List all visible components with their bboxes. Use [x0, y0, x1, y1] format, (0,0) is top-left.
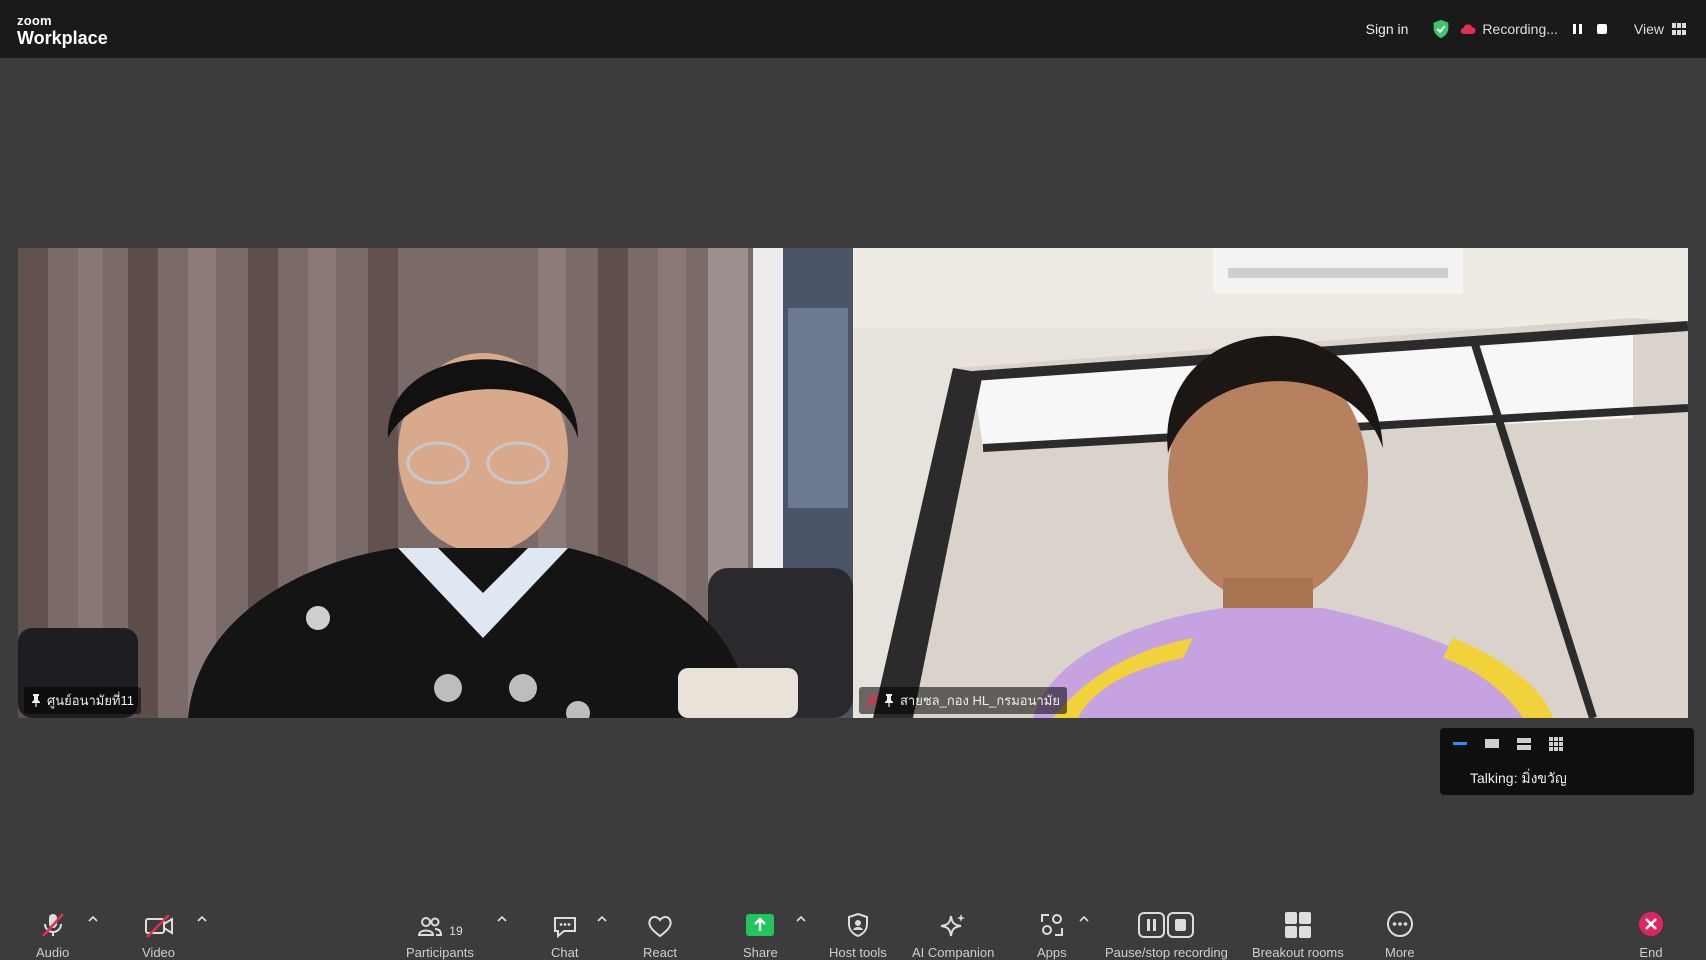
video-button[interactable]: Video: [142, 890, 175, 960]
participants-button[interactable]: 19 Participants: [406, 890, 474, 960]
talking-indicator-panel: Talking: มิ่งขวัญ: [1440, 728, 1694, 795]
more-label: More: [1385, 945, 1415, 960]
share-button[interactable]: Share: [743, 890, 778, 960]
recording-status[interactable]: Recording...: [1460, 21, 1558, 37]
ai-companion-label: AI Companion: [912, 945, 995, 960]
apps-icon: [1040, 914, 1063, 936]
audio-options-chevron-up-icon[interactable]: [87, 914, 99, 924]
logo-small-text: zoom: [17, 13, 52, 28]
host-tools-button[interactable]: Host tools: [829, 890, 887, 960]
stop-recording-icon[interactable]: [1596, 23, 1608, 35]
participants-count: 19: [449, 924, 463, 938]
minimize-layout-icon[interactable]: [1450, 736, 1470, 752]
pause-stop-recording-label: Pause/stop recording: [1105, 945, 1228, 960]
share-label: Share: [743, 945, 778, 960]
grid-layout-icon[interactable]: [1546, 736, 1566, 752]
muted-microphone-icon: [866, 694, 878, 707]
chat-button[interactable]: Chat: [551, 890, 578, 960]
view-label: View: [1633, 21, 1664, 37]
stacked-layout-icon[interactable]: [1514, 736, 1534, 752]
participants-icon: [418, 917, 443, 936]
audio-button[interactable]: Audio: [36, 890, 69, 960]
pause-stop-recording-icon: [1138, 912, 1195, 938]
video-tile-participant-1[interactable]: ศูนย์อนามัยที่11: [18, 248, 853, 718]
heart-icon: [648, 916, 672, 938]
host-tools-label: Host tools: [829, 945, 887, 960]
pin-icon: [32, 694, 40, 707]
participant-1-video-feed: [18, 248, 853, 718]
more-button[interactable]: More: [1385, 890, 1415, 960]
chat-options-chevron-up-icon[interactable]: [596, 914, 608, 924]
apps-options-chevron-up-icon[interactable]: [1078, 914, 1090, 924]
breakout-rooms-icon: [1284, 912, 1311, 938]
talking-status: Talking: มิ่งขวัญ: [1470, 768, 1567, 790]
participant-2-name: สายชล_กอง HL_กรมอนามัย: [900, 693, 1060, 708]
security-shield-icon[interactable]: [1430, 18, 1452, 40]
top-bar: zoom Workplace Sign in Recording... View: [0, 0, 1706, 58]
video-options-chevron-up-icon[interactable]: [196, 914, 208, 924]
more-ellipsis-icon: [1386, 911, 1413, 937]
react-label: React: [643, 945, 677, 960]
zoom-workplace-logo: zoom Workplace: [17, 14, 108, 47]
host-tools-shield-icon: [847, 912, 868, 938]
pause-recording-icon[interactable]: [1572, 23, 1584, 35]
ai-companion-button[interactable]: AI Companion: [912, 890, 994, 960]
participant-2-video-feed: [853, 248, 1688, 718]
video-tile-participant-2[interactable]: สายชล_กอง HL_กรมอนามัย: [853, 248, 1688, 718]
muted-microphone-icon: [41, 913, 64, 937]
sign-in-link[interactable]: Sign in: [1366, 21, 1409, 37]
talking-speaker-name: มิ่งขวัญ: [1521, 770, 1567, 786]
chat-icon: [553, 917, 576, 938]
cloud-recording-icon: [1461, 24, 1476, 35]
share-options-chevron-up-icon[interactable]: [795, 914, 807, 924]
end-close-icon: [1639, 912, 1663, 936]
grid-view-icon: [1672, 23, 1686, 35]
participants-options-chevron-up-icon[interactable]: [496, 914, 508, 924]
react-button[interactable]: React: [643, 890, 677, 960]
breakout-rooms-label: Breakout rooms: [1252, 945, 1344, 960]
ai-sparkle-icon: [941, 914, 966, 937]
meeting-toolbar: Audio Video 19 Participants Chat React S…: [0, 890, 1706, 960]
participant-1-nameplate: ศูนย์อนามัยที่11: [24, 687, 142, 714]
recording-label: Recording...: [1482, 21, 1558, 37]
end-meeting-button[interactable]: End: [1637, 890, 1665, 960]
speaker-layout-icon[interactable]: [1482, 736, 1502, 752]
participant-2-nameplate: สายชล_กอง HL_กรมอนามัย: [859, 687, 1067, 714]
chat-label: Chat: [551, 945, 579, 960]
pin-icon: [885, 694, 893, 707]
apps-label: Apps: [1037, 945, 1067, 960]
participant-1-name: ศูนย์อนามัยที่11: [47, 693, 135, 708]
apps-button[interactable]: Apps: [1037, 890, 1067, 960]
logo-big-text: Workplace: [17, 28, 108, 48]
talking-label: Talking:: [1470, 770, 1518, 786]
view-button[interactable]: View: [1634, 21, 1686, 37]
video-label: Video: [142, 945, 176, 960]
audio-label: Audio: [36, 945, 70, 960]
video-off-icon: [144, 914, 173, 938]
pause-stop-recording-button[interactable]: Pause/stop recording: [1105, 890, 1228, 960]
end-label: End: [1639, 945, 1663, 960]
share-screen-icon: [746, 914, 775, 936]
participants-label: Participants: [406, 945, 474, 960]
breakout-rooms-button[interactable]: Breakout rooms: [1252, 890, 1344, 960]
